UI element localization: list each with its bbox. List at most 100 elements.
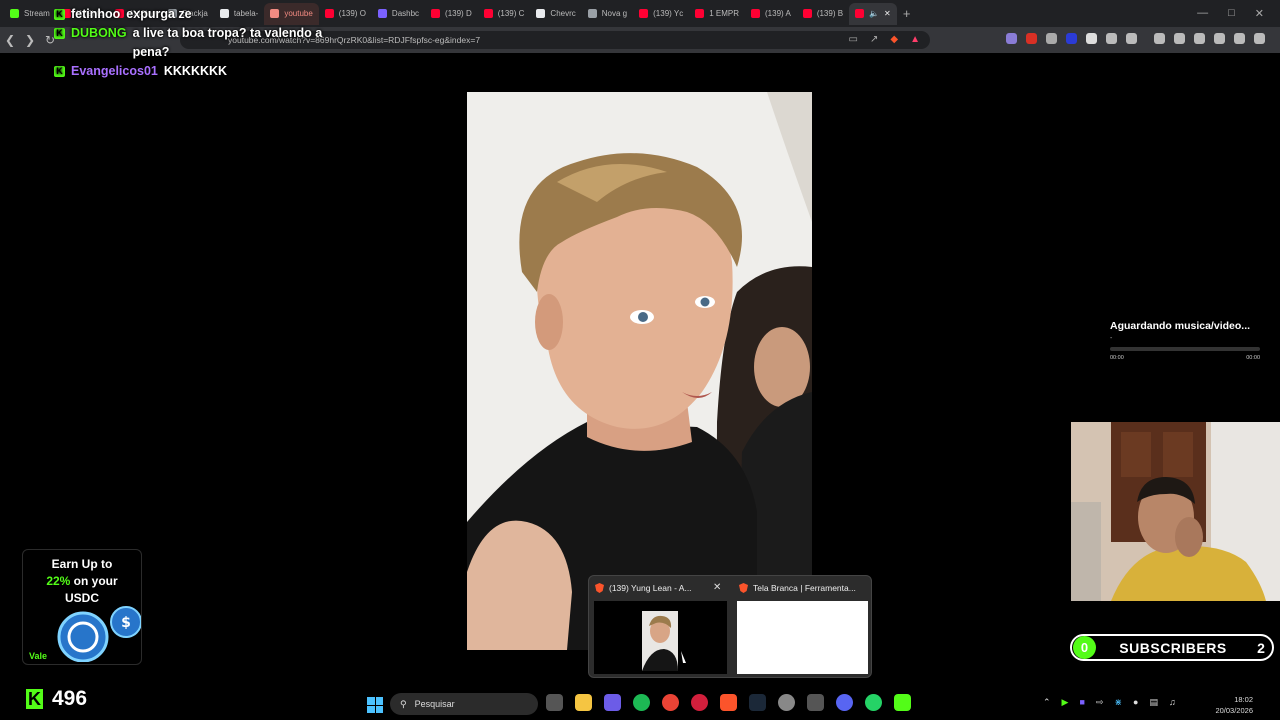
chat-overlay: Kfetinhoo expurga ze K DUBONG a live ta boa …: [54, 5, 344, 81]
music-icon[interactable]: [1154, 33, 1165, 44]
tab-label: (139) A: [765, 9, 791, 18]
volume-icon[interactable]: ♫: [1169, 697, 1176, 708]
browser-tab[interactable]: (139) C: [478, 3, 531, 25]
cast-icon[interactable]: ▭: [849, 34, 858, 45]
preview-title-text: (139) Yung Lean - A...: [609, 583, 692, 593]
play-icon[interactable]: ▶: [1062, 697, 1069, 708]
browser-tab-active[interactable]: 🔈 ✕: [849, 2, 897, 25]
close-icon[interactable]: ✕: [713, 582, 721, 593]
now-playing-times: 00:00 00:00: [1110, 355, 1260, 361]
maximize-icon[interactable]: □: [1228, 7, 1235, 20]
taskbar-apps: [546, 694, 911, 711]
share-icon[interactable]: ↗: [870, 34, 878, 45]
apps-grid-icon[interactable]: [604, 694, 621, 711]
taskbar-window-preview: (139) Yung Lean - A... ✕ Tela Branca | F…: [588, 575, 872, 678]
microphone-icon[interactable]: ●: [1133, 697, 1138, 708]
preview-window-1-thumbnail[interactable]: [594, 601, 727, 674]
browser-tab[interactable]: 1 EMPR: [689, 3, 745, 25]
whatsapp-icon[interactable]: [865, 694, 882, 711]
ad-accent: 22%: [46, 574, 71, 588]
chat-text: KKKKKKK: [163, 64, 228, 78]
speaker-icon[interactable]: 🔈: [869, 9, 879, 18]
brave-shields-icon[interactable]: ◆: [890, 34, 898, 45]
chevron-up-icon[interactable]: ⌃: [1043, 697, 1051, 708]
bluetooth-icon[interactable]: ⋇: [1114, 697, 1122, 708]
subscriber-goal-bar: 0 SUBSCRIBERS 2: [1070, 634, 1274, 661]
tab-label: Chevrc: [550, 9, 576, 18]
tab-label: Stream: [24, 9, 50, 18]
menu-icon[interactable]: [1254, 33, 1265, 44]
tab-label: 1 EMPR: [709, 9, 740, 18]
browser-tab[interactable]: (139) D: [425, 3, 478, 25]
chat-text: a live ta boa tropa? ta valendo a pena?: [132, 26, 323, 59]
vpn-icon[interactable]: [1234, 33, 1245, 44]
extension-icon[interactable]: [1046, 33, 1057, 44]
tab-favicon-icon: [587, 9, 597, 18]
browser-tab[interactable]: (139) A: [745, 3, 797, 25]
taskbar-clock[interactable]: 18:02 20/03/2026: [1209, 694, 1253, 716]
extension-icon[interactable]: [1086, 33, 1097, 44]
tab-label: Dashbc: [391, 9, 420, 18]
back-icon[interactable]: ❮: [0, 33, 20, 47]
video-frame-photo: [467, 92, 812, 650]
browser-tab[interactable]: Nova g: [582, 3, 633, 25]
browser-tab[interactable]: (139) Yc: [633, 3, 689, 25]
file-explorer-icon[interactable]: [575, 694, 592, 711]
now-playing-widget: Aguardando musica/video... - 00:00 00:00: [1110, 320, 1260, 361]
extension-icon[interactable]: [1066, 33, 1077, 44]
wifi-icon[interactable]: ▤: [1149, 697, 1158, 708]
subscriber-count: 0: [1073, 636, 1096, 659]
browser-tab[interactable]: (139) B: [797, 3, 849, 25]
brave-rewards-icon[interactable]: ▲: [910, 34, 920, 45]
screenshot-icon[interactable]: [1126, 33, 1137, 44]
new-tab-button[interactable]: +: [897, 6, 917, 21]
search-icon: ⚲: [400, 698, 407, 709]
chat-message: K Evangelicos01 KKKKKKK: [54, 62, 344, 81]
leo-ai-icon[interactable]: [1214, 33, 1225, 44]
tab-favicon-icon: [639, 9, 649, 18]
browser-tab[interactable]: Stream: [4, 3, 56, 25]
task-view-icon[interactable]: [546, 694, 563, 711]
forward-icon[interactable]: ❯: [20, 33, 40, 47]
steam-icon[interactable]: [749, 694, 766, 711]
tab-label: (139) D: [445, 9, 472, 18]
sidebar-icon[interactable]: [1174, 33, 1185, 44]
discord-icon[interactable]: [836, 694, 853, 711]
tab-favicon-icon: [10, 9, 19, 18]
wallet-icon[interactable]: [1194, 33, 1205, 44]
minimize-icon[interactable]: —: [1197, 7, 1208, 20]
ad-line2: on your: [70, 574, 118, 588]
preview-window-2-title[interactable]: Tela Branca | Ferramenta...: [739, 583, 856, 593]
preview-window-1-title[interactable]: (139) Yung Lean - A...: [595, 583, 692, 593]
browser-tab[interactable]: Dashbc: [372, 3, 425, 25]
preview-window-2-thumbnail[interactable]: [737, 601, 868, 674]
preview-title-text: Tela Branca | Ferramenta...: [753, 583, 856, 593]
tab-favicon-icon: [483, 9, 493, 18]
chat-username: DUBONG: [71, 26, 127, 40]
puzzle-icon[interactable]: [1106, 33, 1117, 44]
brave-icon[interactable]: [720, 694, 737, 711]
subscriber-goal: 2: [1257, 639, 1265, 656]
now-playing-title: Aguardando musica/video...: [1110, 320, 1251, 332]
extension-icon[interactable]: [1026, 33, 1037, 44]
tab-favicon-icon: [802, 9, 812, 18]
taskbar-search[interactable]: ⚲ Pesquisar: [390, 693, 538, 715]
system-tray: ⌃ ▶ ■ ⇨ ⋇ ● ▤ ♫: [1043, 697, 1176, 708]
tray-app-icon[interactable]: ■: [1079, 697, 1084, 708]
clock-date: 20/03/2026: [1215, 706, 1253, 715]
opera-gx-icon[interactable]: [691, 694, 708, 711]
close-window-icon[interactable]: ✕: [1255, 7, 1264, 20]
browser-tab[interactable]: Chevrc: [530, 3, 581, 25]
chrome-icon[interactable]: [662, 694, 679, 711]
kick-app-icon[interactable]: [894, 694, 911, 711]
tab-label: Nova g: [601, 9, 628, 18]
close-tab-icon[interactable]: ✕: [884, 9, 891, 18]
app-icon[interactable]: [807, 694, 824, 711]
clock-time: 18:02: [1234, 695, 1253, 704]
app-icon[interactable]: [778, 694, 795, 711]
usdc-ad[interactable]: Earn Up to 22% on your USDC $ Vale: [22, 549, 142, 665]
windows-start-icon[interactable]: [367, 697, 383, 713]
extension-icon[interactable]: [1006, 33, 1017, 44]
spotify-icon[interactable]: [633, 694, 650, 711]
tray-app-icon[interactable]: ⇨: [1096, 697, 1104, 708]
